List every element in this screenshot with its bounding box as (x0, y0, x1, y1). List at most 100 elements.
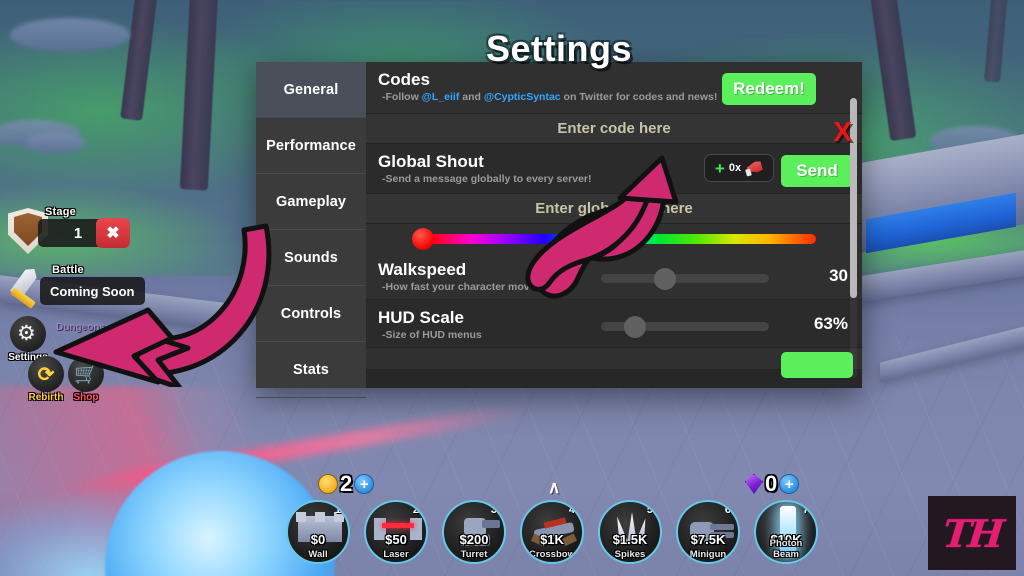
slot-number: 2 (412, 504, 419, 516)
game-screenshot: Stage 1 ✖ Battle Coming Soon Dungeons ⚙ … (0, 0, 1024, 576)
twitter-handle-1[interactable]: @L_eiif (422, 91, 460, 103)
slot-name: Spikes (614, 549, 646, 560)
rebirth-button[interactable]: ⟳ (28, 356, 64, 392)
slot-number: 3 (490, 504, 497, 516)
global-shout-title: Global Shout (378, 152, 484, 171)
slot-price: $7.5K (690, 532, 726, 547)
slot-number: 4 (568, 504, 575, 516)
hotbar-slot-minigun[interactable]: 6 $7.5K Minigun (676, 500, 740, 564)
add-gems-button[interactable]: + (779, 474, 800, 494)
shout-color-slider-row (366, 224, 862, 252)
slot-name: Photon Beam (769, 538, 803, 560)
settings-window: X General Performance Gameplay Sounds Co… (256, 62, 862, 398)
hotbar-slot-photon-beam[interactable]: 7 $10K Photon Beam (754, 500, 818, 564)
coin-counter: 2 + (318, 471, 375, 497)
battle-indicator[interactable]: Battle Coming Soon (0, 264, 150, 309)
slot-price: $0 (310, 532, 326, 547)
slot-number: 7 (802, 504, 809, 516)
walkspeed-slider-track[interactable] (601, 274, 769, 283)
slot-number: 6 (724, 504, 731, 516)
gem-value: 0 (765, 471, 778, 496)
hotbar: 1 $0 Wall 2 $50 Laser 3 $200 Turret 4 $1… (286, 500, 818, 564)
global-chat-input[interactable]: Enter global chat here (366, 194, 862, 224)
codes-sub-prefix: -Follow (382, 91, 422, 103)
sidebar-item-general[interactable]: General (256, 62, 366, 118)
battle-value: Coming Soon (40, 277, 145, 305)
add-coins-button[interactable]: + (354, 474, 375, 494)
sidebar-item-controls[interactable]: Controls (256, 286, 366, 342)
watermark-text: TH (940, 510, 1004, 556)
dungeons-label: Dungeons (56, 322, 105, 333)
rock (25, 132, 85, 154)
close-icon[interactable]: X (833, 118, 852, 146)
slot-price: $1K (540, 532, 564, 547)
slot-name: Crossbow (529, 549, 575, 560)
chevron-up-icon[interactable]: ∧ (548, 478, 560, 498)
settings-sidebar: General Performance Gameplay Sounds Cont… (256, 62, 366, 398)
stage-close-badge[interactable]: ✖ (96, 218, 130, 248)
slot-name: Wall (308, 549, 328, 560)
watermark-logo: TH (928, 496, 1016, 570)
stage-indicator: Stage 1 ✖ (0, 206, 150, 254)
rock (10, 18, 130, 52)
slot-name: Turret (460, 549, 488, 560)
shout-count: 0x (728, 162, 742, 174)
shout-counter[interactable]: + 0x (704, 154, 774, 182)
twitter-handle-2[interactable]: @CypticSyntac (484, 91, 561, 103)
hud-scale-slider-knob[interactable] (624, 316, 646, 338)
codes-sub-mid: and (459, 91, 484, 103)
hud-scale-title: HUD Scale (378, 308, 464, 327)
sidebar-item-performance[interactable]: Performance (256, 118, 366, 174)
hotbar-slot-wall[interactable]: 1 $0 Wall (286, 500, 350, 564)
battle-label: Battle (52, 264, 84, 276)
hotbar-slot-spikes[interactable]: 5 $1.5K Spikes (598, 500, 662, 564)
sidebar-item-stats[interactable]: Stats (256, 342, 366, 398)
shout-color-knob[interactable] (412, 228, 434, 250)
slot-number: 5 (646, 504, 653, 516)
slot-price: $1.5K (612, 532, 648, 547)
codes-sub-suffix: on Twitter for codes and news! (560, 91, 718, 103)
partial-row-button[interactable] (781, 352, 853, 378)
slot-price: $200 (459, 532, 489, 547)
walkspeed-title: Walkspeed (378, 260, 467, 279)
coin-icon (318, 474, 338, 494)
settings-content: Codes -Follow @L_eiif and @CypticSyntac … (366, 62, 862, 388)
walkspeed-value: 30 (829, 266, 848, 285)
gem-counter: 0 + (745, 471, 800, 497)
slot-number: 1 (334, 504, 341, 516)
setting-row-partial (366, 348, 862, 378)
settings-button[interactable]: ⚙ (10, 316, 46, 352)
setting-row-hud-scale: HUD Scale -Size of HUD menus 63% (366, 300, 862, 348)
megaphone-icon (745, 161, 763, 177)
code-input[interactable]: Enter code here (366, 114, 862, 144)
slot-name: Minigun (689, 549, 727, 560)
codes-description: -Follow @L_eiif and @CypticSyntac on Twi… (382, 91, 717, 103)
send-button[interactable]: Send (781, 155, 853, 187)
hotbar-slot-turret[interactable]: 3 $200 Turret (442, 500, 506, 564)
stage-label: Stage (45, 206, 76, 218)
page-title: Settings (485, 28, 632, 69)
shout-color-track[interactable] (428, 234, 816, 244)
walkspeed-slider-knob[interactable] (654, 268, 676, 290)
hotbar-slot-laser[interactable]: 2 $50 Laser (364, 500, 428, 564)
setting-row-walkspeed: Walkspeed -How fast your character moves… (366, 252, 862, 300)
redeem-button[interactable]: Redeem! (722, 73, 816, 105)
slot-name: Laser (383, 549, 409, 560)
slot-price: $50 (385, 532, 407, 547)
left-hud: Stage 1 ✖ Battle Coming Soon Dungeons ⚙ … (0, 206, 150, 403)
setting-row-global-shout: Global Shout -Send a message globally to… (366, 144, 862, 194)
coin-value: 2 (340, 471, 353, 496)
codes-title: Codes (378, 70, 430, 89)
hotbar-slot-crossbow[interactable]: 4 $1K Crossbow (520, 500, 584, 564)
plus-icon[interactable]: + (715, 160, 725, 177)
sidebar-item-sounds[interactable]: Sounds (256, 230, 366, 286)
sidebar-item-gameplay[interactable]: Gameplay (256, 174, 366, 230)
shop-icon: 🛒 (74, 364, 98, 385)
gear-icon: ⚙ (17, 322, 36, 345)
rebirth-icon: ⟳ (37, 363, 55, 386)
walkspeed-description: -How fast your character moves (382, 281, 542, 293)
gem-icon (745, 474, 763, 494)
hud-scale-value: 63% (813, 314, 848, 333)
shop-button[interactable]: 🛒 (68, 356, 104, 392)
global-shout-description: -Send a message globally to every server… (382, 173, 592, 185)
